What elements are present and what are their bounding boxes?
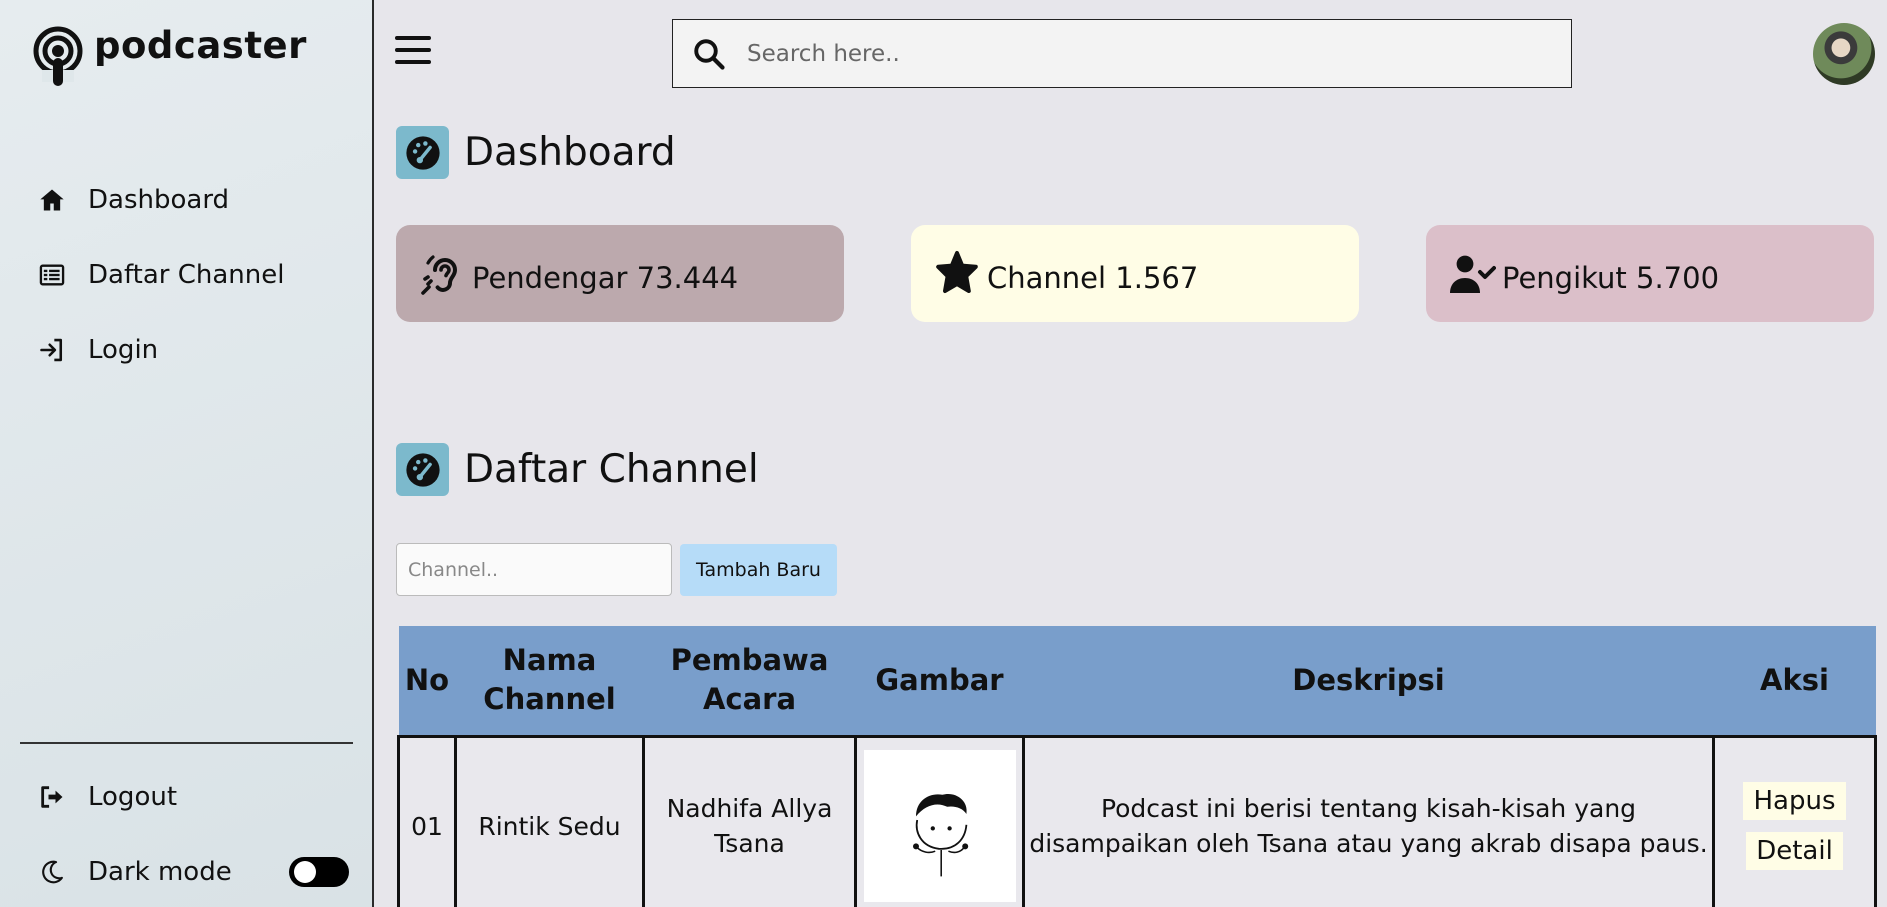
cell-name: Rintik Sedu: [454, 734, 645, 907]
brand-name: podcaster: [94, 24, 307, 67]
menu-toggle-button[interactable]: [395, 36, 431, 68]
sidebar-nav: Dashboard Daftar Channel Login: [38, 162, 284, 387]
column-header-nama-channel: Nama Channel: [455, 626, 644, 736]
ear-icon: [421, 254, 458, 295]
stat-label: Pendengar 73.444: [472, 260, 739, 295]
sidebar-item-label: Daftar Channel: [88, 259, 285, 290]
cell-host: Nadhifa Allya Tsana: [642, 734, 857, 907]
gauge-icon: [396, 443, 449, 496]
cell-description: Podcast ini berisi tentang kisah-kisah y…: [1022, 734, 1715, 907]
channel-table: No Nama Channel Pembawa Acara Gambar Des…: [397, 626, 1877, 907]
sidebar-item-logout[interactable]: Logout: [38, 759, 232, 834]
sidebar-item-label: Logout: [88, 781, 178, 812]
search-icon: [694, 38, 725, 70]
podcast-icon: [33, 26, 83, 86]
sidebar-item-label: Login: [88, 334, 159, 365]
column-header-pembawa-acara: Pembawa Acara: [643, 626, 856, 736]
hamburger-bar: [395, 48, 431, 52]
stat-card-pengikut: Pengikut 5.700: [1426, 225, 1874, 322]
moon-icon: [38, 855, 72, 889]
star-icon: [936, 250, 978, 293]
home-icon: [38, 183, 72, 217]
column-header-deskripsi: Deskripsi: [1023, 626, 1714, 736]
channels-heading: Daftar Channel: [396, 443, 759, 496]
stat-label: Pengikut 5.700: [1502, 260, 1720, 295]
user-check-icon: [1450, 255, 1496, 293]
table-row: 01 Rintik Sedu Nadhifa Allya Tsana Podca…: [397, 734, 1877, 907]
detail-button[interactable]: Detail: [1746, 832, 1843, 870]
cell-no: 01: [397, 734, 457, 907]
cell-actions: Hapus Detail: [1712, 734, 1877, 907]
stat-card-pendengar: Pendengar 73.444: [396, 225, 844, 322]
page-title: Dashboard: [464, 130, 676, 175]
column-header-gambar: Gambar: [855, 626, 1024, 736]
sidebar-item-login[interactable]: Login: [38, 312, 284, 387]
section-title: Daftar Channel: [464, 447, 759, 492]
column-header-aksi: Aksi: [1713, 626, 1876, 736]
hamburger-bar: [395, 36, 431, 40]
dashboard-heading: Dashboard: [396, 126, 676, 179]
search-bar: [672, 19, 1572, 88]
channel-thumbnail: [863, 750, 1016, 902]
sidebar-item-dark-mode: Dark mode: [38, 834, 232, 907]
table-header-row: No Nama Channel Pembawa Acara Gambar Des…: [398, 626, 1876, 736]
avatar[interactable]: [1813, 23, 1875, 85]
stat-card-channel: Channel 1.567: [911, 225, 1359, 322]
sidebar-divider: [20, 742, 353, 744]
list-icon: [38, 258, 72, 292]
login-icon: [38, 333, 72, 367]
search-input[interactable]: [747, 40, 1527, 67]
sidebar-item-label: Dark mode: [88, 856, 232, 887]
brand-logo[interactable]: podcaster: [32, 24, 307, 88]
gauge-icon: [396, 126, 449, 179]
sidebar-bottom: Logout Dark mode: [38, 759, 232, 907]
logout-icon: [38, 780, 72, 814]
dark-mode-toggle[interactable]: [289, 857, 349, 887]
sidebar-item-daftar-channel[interactable]: Daftar Channel: [38, 237, 284, 312]
cartoon-face-image: [912, 793, 968, 877]
toggle-knob: [294, 861, 316, 883]
channel-input[interactable]: [396, 543, 672, 596]
stat-label: Channel 1.567: [987, 260, 1199, 295]
hamburger-bar: [395, 60, 431, 64]
column-header-no: No: [398, 626, 456, 736]
cell-image: [854, 734, 1025, 907]
sidebar-item-label: Dashboard: [88, 184, 230, 215]
add-channel-button[interactable]: Tambah Baru: [680, 544, 837, 596]
delete-button[interactable]: Hapus: [1743, 782, 1846, 820]
sidebar: podcaster Dashboard Daftar Channel Login: [0, 0, 374, 907]
sidebar-item-dashboard[interactable]: Dashboard: [38, 162, 284, 237]
